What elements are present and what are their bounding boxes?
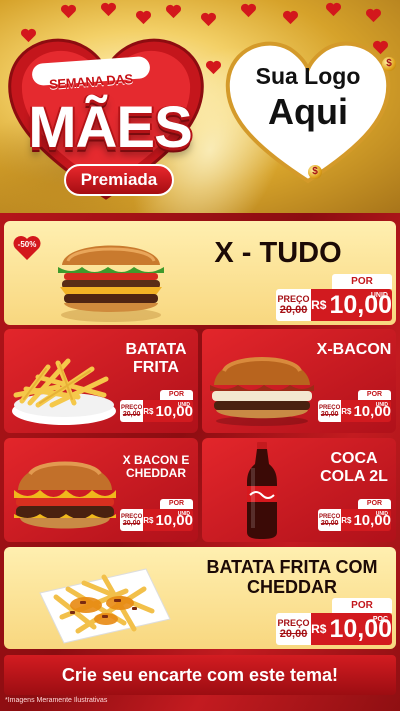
price-tag: POR PREÇO 20,00 R$ 10,00 UNID [318, 390, 391, 422]
cta-banner[interactable]: Crie seu encarte com este tema! [4, 655, 396, 695]
product-card-coca-cola: COCA COLA 2L POR PREÇO 20,00 R$ 10,00 UN… [202, 438, 396, 542]
confetti-heart-icon [282, 10, 299, 25]
bacon-burger-icon [206, 341, 318, 429]
price-old-value: 20,00 [122, 410, 141, 418]
price-tag: POR PREÇO 20,00 R$ 10,00 POÇ [276, 598, 392, 645]
price-unit: POÇ [372, 616, 388, 623]
product-name: X - TUDO [214, 237, 342, 269]
confetti-heart-icon [165, 4, 182, 19]
price-currency: R$ [341, 515, 352, 525]
price-old-value: 20,00 [320, 519, 339, 527]
confetti-heart-icon [365, 8, 382, 23]
product-name: BATATA FRITA [125, 341, 187, 376]
product-card-x-bacon-cheddar: X BACON E CHEDDAR POR PREÇO 20,00 R$ 10,… [4, 438, 198, 542]
event-title-main: MÃES [28, 95, 193, 160]
discount-heart-badge: -50% [12, 234, 42, 261]
product-name: COCA COLA 2L [320, 450, 388, 485]
price-currency: R$ [311, 622, 327, 636]
price-por-label: POR [358, 390, 391, 400]
product-name: X BACON E CHEDDAR [122, 453, 190, 481]
price-unit: UNID [177, 511, 190, 517]
price-por-label: POR [358, 499, 391, 509]
discount-label: -50% [17, 240, 37, 249]
price-old-value: 20,00 [122, 519, 141, 527]
price-unit: UNID [375, 511, 388, 517]
product-card-batata-cheddar: BATATA FRITA COM CHEDDAR POR PREÇO 20,00… [4, 547, 396, 649]
price-por-label: POR [332, 274, 392, 289]
cheddar-fries-icon [34, 553, 174, 645]
confetti-heart-icon [60, 4, 77, 19]
burger-icon [52, 225, 170, 323]
confetti-heart-icon [325, 2, 342, 17]
brand-logo-placeholder: Sua Logo Aqui $ $ [222, 33, 396, 185]
price-unit: UNID [375, 402, 388, 408]
confetti-heart-icon [100, 2, 117, 17]
price-unit: UNID [370, 292, 388, 299]
price-currency: R$ [341, 406, 352, 416]
confetti-heart-icon [135, 10, 152, 25]
event-logo: SEMANA DAS MÃES Premiada [2, 26, 210, 206]
price-tag: POR PREÇO 20,00 R$ 10,00 UNID [318, 499, 391, 531]
price-old-value: 20,00 [320, 410, 339, 418]
price-unit: UNID [177, 402, 190, 408]
product-name: BATATA FRITA COM CHEDDAR [206, 557, 378, 598]
event-title-badge: Premiada [64, 164, 174, 196]
confetti-heart-icon [200, 12, 217, 27]
header-banner: SEMANA DAS MÃES Premiada Sua Logo Aqui $… [0, 0, 400, 213]
cheddar-burger-icon [10, 448, 120, 540]
price-tag: POR PREÇO 20,00 R$ 10,00 UNID [120, 390, 193, 422]
confetti-heart-icon [240, 3, 257, 18]
price-currency: R$ [143, 406, 154, 416]
fries-icon [8, 349, 120, 429]
price-currency: R$ [143, 515, 154, 525]
product-name: X-BACON [316, 341, 392, 358]
price-preco-label: PREÇO [277, 618, 310, 628]
price-old-value: 20,00 [279, 628, 308, 640]
price-old-value: 20,00 [279, 304, 308, 316]
price-por-label: POR [332, 598, 392, 613]
disclaimer-text: *Imagens Meramente Ilustrativas [5, 697, 108, 704]
product-card-x-bacon: X-BACON POR PREÇO 20,00 R$ 10,00 UNID [202, 329, 396, 433]
price-por-label: POR [160, 390, 193, 400]
price-currency: R$ [311, 298, 327, 312]
soda-bottle-icon [242, 442, 282, 540]
brand-line-1: Sua Logo [255, 63, 361, 89]
product-card-batata-frita: BATATA FRITA POR PREÇO 20,00 R$ 10,00 UN… [4, 329, 198, 433]
coin-icon: $ [382, 57, 396, 71]
price-preco-label: PREÇO [277, 294, 310, 304]
price-tag: POR PREÇO 20,00 R$ 10,00 UNID [276, 274, 392, 321]
price-tag: POR PREÇO 20,00 R$ 10,00 UNID [120, 499, 193, 531]
brand-line-2: Aqui [268, 91, 348, 132]
product-card-x-tudo: -50% X - TUDO POR PREÇO 20,00 R$ 10,00 U… [4, 221, 396, 325]
price-por-label: POR [160, 499, 193, 509]
coin-icon: $ [308, 165, 322, 179]
